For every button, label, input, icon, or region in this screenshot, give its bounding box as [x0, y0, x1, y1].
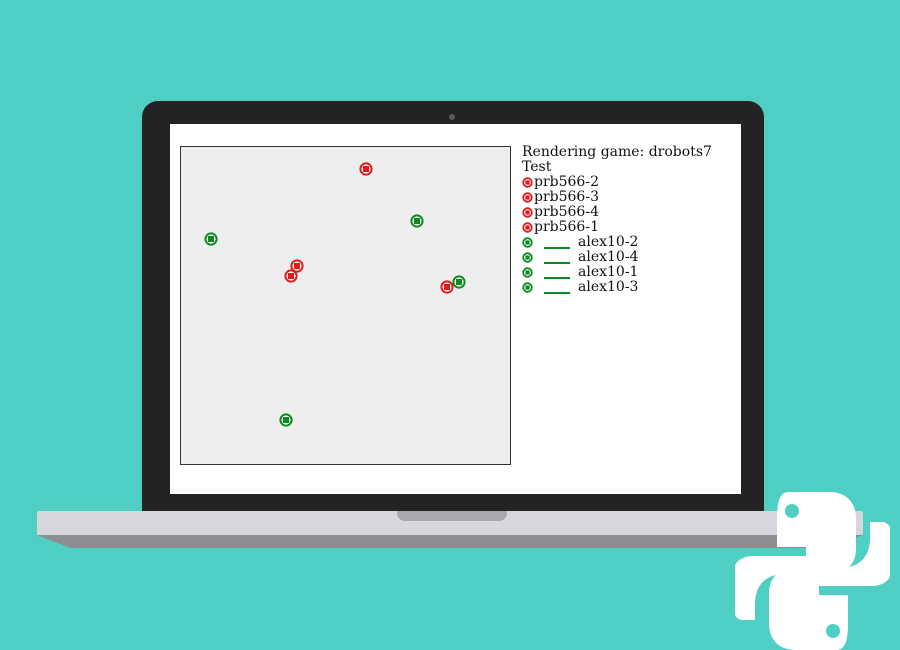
player-green-icon: [522, 252, 533, 263]
robot-red-3: [284, 269, 298, 283]
game-subtitle: Test: [522, 159, 552, 175]
game-title: Rendering game: drobots7: [522, 144, 712, 160]
player-name: alex10-4: [578, 249, 639, 265]
robot-green-4: [279, 413, 293, 427]
laptop-lid: Rendering game: drobots7 Test prb566-2 p…: [142, 101, 764, 517]
robot-green-2: [204, 232, 218, 246]
game-screen: Rendering game: drobots7 Test prb566-2 p…: [170, 124, 741, 494]
player-row: prb566-4: [522, 205, 737, 220]
player-name: prb566-1: [534, 219, 599, 235]
camera-icon: [449, 114, 455, 120]
player-green-icon: [522, 237, 533, 248]
robot-red-4: [440, 280, 454, 294]
player-red-icon: [522, 192, 533, 203]
python-logo: [735, 492, 890, 650]
player-green-icon: [522, 282, 533, 293]
player-red-icon: [522, 207, 533, 218]
player-red-icon: [522, 222, 533, 233]
player-row: prb566-3: [522, 190, 737, 205]
player-name: prb566-2: [534, 174, 599, 190]
player-name: alex10-1: [578, 264, 639, 280]
player-name: alex10-3: [578, 279, 639, 295]
health-bar: [544, 246, 570, 249]
player-row: alex10-3: [522, 280, 737, 295]
player-row: alex10-2: [522, 235, 737, 250]
arena-robots: [204, 162, 466, 427]
player-name: prb566-4: [534, 204, 599, 220]
player-row: alex10-1: [522, 265, 737, 280]
health-bar: [544, 261, 570, 264]
health-bar: [544, 276, 570, 279]
laptop-notch: [397, 511, 507, 521]
player-name: prb566-3: [534, 189, 599, 205]
robot-green-3: [452, 275, 466, 289]
status-panel: Rendering game: drobots7 Test prb566-2 p…: [522, 145, 737, 295]
player-red-icon: [522, 177, 533, 188]
stage: Rendering game: drobots7 Test prb566-2 p…: [0, 0, 900, 650]
player-row: prb566-1: [522, 220, 737, 235]
game-arena: [180, 146, 511, 465]
player-name: alex10-2: [578, 234, 639, 250]
player-row: alex10-4: [522, 250, 737, 265]
player-row: prb566-2: [522, 175, 737, 190]
health-bar: [544, 291, 570, 294]
robot-red-1: [359, 162, 373, 176]
robot-green-1: [410, 214, 424, 228]
player-green-icon: [522, 267, 533, 278]
